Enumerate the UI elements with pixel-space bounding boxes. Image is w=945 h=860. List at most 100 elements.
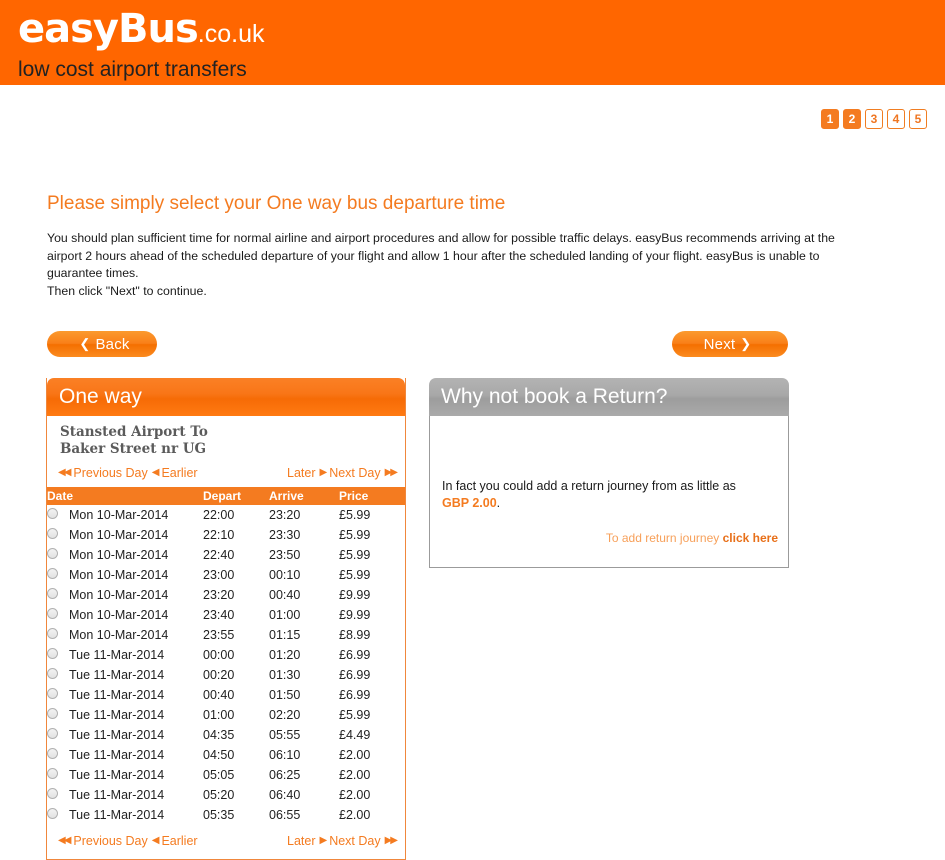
- table-row[interactable]: Tue 11-Mar-2014 00:20 01:30 £6.99: [47, 665, 405, 685]
- earlier-link-top[interactable]: Earlier: [161, 466, 197, 480]
- previous-day-link-bottom[interactable]: Previous Day: [73, 834, 147, 848]
- next-day-link-top[interactable]: Next Day: [329, 466, 380, 480]
- add-return-journey-row: To add return journey click here: [606, 531, 778, 545]
- brand-logo[interactable]: easyBus.co.uk low cost airport transfers: [18, 8, 264, 83]
- radio-cell[interactable]: [47, 785, 69, 805]
- table-row[interactable]: Tue 11-Mar-2014 04:50 06:10 £2.00: [47, 745, 405, 765]
- daynav-bottom-left-group: ◀◀ Previous Day ◀ Earlier: [58, 834, 198, 848]
- page-title: Please simply select your One way bus de…: [47, 193, 506, 214]
- cell-date: Mon 10-Mar-2014: [69, 568, 169, 582]
- cell-price: £2.00: [339, 808, 371, 822]
- cell-price: £5.99: [339, 568, 371, 582]
- cell-price: £2.00: [339, 748, 371, 762]
- table-row[interactable]: Mon 10-Mar-2014 23:00 00:10 £5.99: [47, 565, 405, 585]
- table-row[interactable]: Mon 10-Mar-2014 23:55 01:15 £8.99: [47, 625, 405, 645]
- back-button[interactable]: ❮ Back: [47, 331, 157, 357]
- radio-cell[interactable]: [47, 725, 69, 745]
- departure-radio-button[interactable]: [47, 588, 58, 599]
- departure-radio-button[interactable]: [47, 548, 58, 559]
- radio-cell[interactable]: [47, 805, 69, 825]
- radio-cell[interactable]: [47, 705, 69, 725]
- departure-radio-button[interactable]: [47, 808, 58, 819]
- next-day-link-bottom[interactable]: Next Day: [329, 834, 380, 848]
- departure-radio-button[interactable]: [47, 508, 58, 519]
- cell-depart: 00:40: [203, 688, 235, 702]
- step-2[interactable]: 2: [843, 109, 861, 129]
- column-header-price: Price: [339, 487, 405, 505]
- cell-arrive: 06:10: [269, 748, 301, 762]
- table-row[interactable]: Mon 10-Mar-2014 22:10 23:30 £5.99: [47, 525, 405, 545]
- radio-cell[interactable]: [47, 745, 69, 765]
- cell-depart: 04:50: [203, 748, 235, 762]
- step-4[interactable]: 4: [887, 109, 905, 129]
- radio-cell[interactable]: [47, 565, 69, 585]
- table-row[interactable]: Mon 10-Mar-2014 23:40 01:00 £9.99: [47, 605, 405, 625]
- cell-date: Tue 11-Mar-2014: [69, 708, 165, 722]
- cell-price: £5.99: [339, 528, 371, 542]
- previous-day-link-top[interactable]: Previous Day: [73, 466, 147, 480]
- radio-cell[interactable]: [47, 685, 69, 705]
- radio-cell[interactable]: [47, 625, 69, 645]
- step-3[interactable]: 3: [865, 109, 883, 129]
- departure-radio-button[interactable]: [47, 568, 58, 579]
- radio-cell[interactable]: [47, 645, 69, 665]
- table-row[interactable]: Mon 10-Mar-2014 23:20 00:40 £9.99: [47, 585, 405, 605]
- next-button[interactable]: Next ❯: [672, 331, 788, 357]
- arrow-right-icon: ▶: [319, 835, 328, 846]
- cell-price: £2.00: [339, 768, 371, 782]
- step-1[interactable]: 1: [821, 109, 839, 129]
- table-row[interactable]: Tue 11-Mar-2014 00:40 01:50 £6.99: [47, 685, 405, 705]
- earlier-link-bottom[interactable]: Earlier: [161, 834, 197, 848]
- oneway-panel: One way Stansted Airport To Baker Street…: [46, 378, 406, 860]
- cell-date: Tue 11-Mar-2014: [69, 808, 165, 822]
- cell-price: £6.99: [339, 668, 371, 682]
- cell-depart: 05:35: [203, 808, 235, 822]
- departure-radio-button[interactable]: [47, 688, 58, 699]
- radio-cell[interactable]: [47, 545, 69, 565]
- radio-cell[interactable]: [47, 665, 69, 685]
- cell-price: £8.99: [339, 628, 371, 642]
- radio-cell[interactable]: [47, 765, 69, 785]
- table-row[interactable]: Tue 11-Mar-2014 05:20 06:40 £2.00: [47, 785, 405, 805]
- radio-cell[interactable]: [47, 505, 69, 525]
- departure-radio-button[interactable]: [47, 708, 58, 719]
- cell-date: Mon 10-Mar-2014: [69, 608, 169, 622]
- cell-price: £5.99: [339, 548, 371, 562]
- table-row[interactable]: Tue 11-Mar-2014 00:00 01:20 £6.99: [47, 645, 405, 665]
- departure-radio-button[interactable]: [47, 628, 58, 639]
- table-row[interactable]: Tue 11-Mar-2014 05:05 06:25 £2.00: [47, 765, 405, 785]
- departure-radio-button[interactable]: [47, 728, 58, 739]
- departure-radio-button[interactable]: [47, 768, 58, 779]
- radio-cell[interactable]: [47, 605, 69, 625]
- table-row[interactable]: Tue 11-Mar-2014 05:35 06:55 £2.00: [47, 805, 405, 825]
- departure-radio-button[interactable]: [47, 668, 58, 679]
- cell-depart: 05:20: [203, 788, 235, 802]
- arrow-left-icon: ◀: [151, 835, 160, 846]
- departure-radio-button[interactable]: [47, 648, 58, 659]
- daynav-bottom-right-group: Later ▶ Next Day ▶▶: [287, 834, 398, 848]
- departure-radio-button[interactable]: [47, 788, 58, 799]
- table-row[interactable]: Mon 10-Mar-2014 22:40 23:50 £5.99: [47, 545, 405, 565]
- later-link-top[interactable]: Later: [287, 466, 316, 480]
- radio-cell[interactable]: [47, 585, 69, 605]
- radio-cell[interactable]: [47, 525, 69, 545]
- departure-radio-button[interactable]: [47, 528, 58, 539]
- cell-arrive: 06:55: [269, 808, 301, 822]
- departure-radio-button[interactable]: [47, 608, 58, 619]
- departure-radio-button[interactable]: [47, 748, 58, 759]
- brand-name: easyBus.co.uk: [18, 8, 264, 55]
- table-row[interactable]: Mon 10-Mar-2014 22:00 23:20 £5.99: [47, 505, 405, 525]
- cell-price: £2.00: [339, 788, 371, 802]
- table-row[interactable]: Tue 11-Mar-2014 01:00 02:20 £5.99: [47, 705, 405, 725]
- table-row[interactable]: Tue 11-Mar-2014 04:35 05:55 £4.49: [47, 725, 405, 745]
- step-5[interactable]: 5: [909, 109, 927, 129]
- cell-price: £6.99: [339, 688, 371, 702]
- cell-depart: 04:35: [203, 728, 235, 742]
- later-link-bottom[interactable]: Later: [287, 834, 316, 848]
- cell-arrive: 23:50: [269, 548, 301, 562]
- cell-depart: 00:00: [203, 648, 235, 662]
- click-here-link[interactable]: click here: [723, 531, 778, 545]
- arrow-left-icon: ◀: [151, 467, 160, 478]
- double-arrow-right-icon: ▶▶: [384, 467, 398, 478]
- cell-price: £9.99: [339, 608, 371, 622]
